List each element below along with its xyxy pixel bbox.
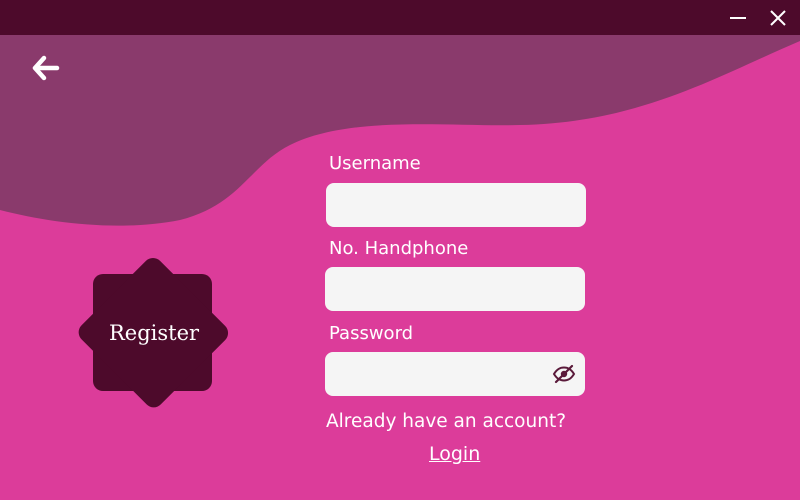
register-label: Register [108,321,200,345]
toggle-password-visibility[interactable] [551,361,577,387]
username-label: Username [329,153,421,174]
register-badge[interactable]: Register [74,254,234,412]
close-button[interactable] [764,4,792,32]
login-link[interactable]: Login [429,443,480,465]
minimize-icon [730,17,746,19]
phone-label: No. Handphone [329,238,469,259]
already-account-text: Already have an account? [326,411,567,432]
close-icon [770,10,786,26]
arrow-left-icon [32,55,60,81]
minimize-button[interactable] [724,4,752,32]
password-label: Password [329,323,414,344]
main-content: Register Username No. Handphone Password… [0,35,800,500]
title-bar [0,0,800,35]
eye-slash-icon [552,364,576,384]
username-field[interactable] [326,183,586,227]
password-field[interactable] [325,352,585,396]
back-button[interactable] [32,55,62,81]
phone-field[interactable] [325,267,585,311]
